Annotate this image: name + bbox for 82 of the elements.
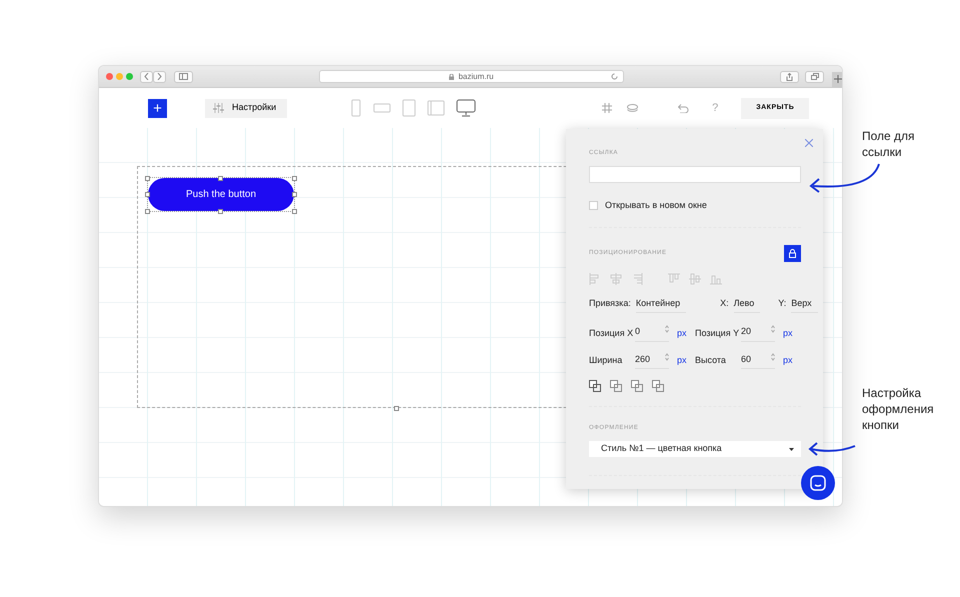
number-input-field[interactable]: 0 xyxy=(635,325,669,342)
resize-handle[interactable] xyxy=(218,209,223,214)
chat-button[interactable] xyxy=(801,466,835,500)
tabs-icon xyxy=(810,73,818,80)
lock-icon xyxy=(789,248,796,258)
number-input-field[interactable]: 260 xyxy=(635,352,669,369)
undo-icon[interactable] xyxy=(678,104,690,112)
caret-icon xyxy=(789,448,794,450)
plus-icon xyxy=(834,75,842,84)
field-label: Y: xyxy=(778,296,786,310)
send-to-back-icon[interactable] xyxy=(652,380,664,392)
anchor-value[interactable]: Верх xyxy=(791,296,818,313)
stepper-icon[interactable] xyxy=(665,352,669,360)
sidebar-button[interactable] xyxy=(174,70,193,82)
unit-label: px xyxy=(783,354,793,367)
url-text: bazium.ru xyxy=(458,70,494,82)
number-input-field[interactable]: 20 xyxy=(741,325,775,342)
checkbox-label: Открывать в новом окне xyxy=(605,199,707,212)
unit-label: px xyxy=(677,326,687,340)
phone-landscape-icon[interactable] xyxy=(373,102,392,114)
anchor-value[interactable]: Лево xyxy=(734,296,760,313)
resize-handle[interactable] xyxy=(292,176,297,181)
style-select[interactable]: Стиль №1 — цветная кнопка xyxy=(589,441,801,457)
chat-icon xyxy=(810,475,826,491)
reload-icon[interactable] xyxy=(611,73,618,80)
tablet-landscape-icon[interactable] xyxy=(427,100,446,116)
checkbox[interactable] xyxy=(589,201,598,210)
chevron-right-icon xyxy=(157,73,162,80)
resize-handle[interactable] xyxy=(292,192,297,197)
layers-icon[interactable] xyxy=(627,104,638,112)
unit-label: px xyxy=(783,326,793,340)
send-backward-icon[interactable] xyxy=(610,380,622,392)
tabs-button[interactable] xyxy=(805,70,824,82)
annotation-text: Настройка оформления кнопки xyxy=(862,385,934,433)
resize-handle[interactable] xyxy=(145,176,150,181)
unit-label: px xyxy=(677,354,687,367)
field-label: Привязка: xyxy=(589,296,631,310)
new-tab-button[interactable] xyxy=(832,72,842,88)
field-label: Ширина xyxy=(589,354,624,367)
link-input-field[interactable] xyxy=(589,166,801,183)
forward-button[interactable] xyxy=(153,70,166,82)
tablet-icon[interactable] xyxy=(402,99,416,117)
share-icon xyxy=(786,72,793,80)
back-button[interactable] xyxy=(140,70,153,82)
monitor-icon[interactable] xyxy=(456,99,476,117)
stepper-icon[interactable] xyxy=(665,325,669,333)
field-label: Позиция X xyxy=(589,326,634,340)
close-icon[interactable] xyxy=(805,139,813,147)
stepper-icon[interactable] xyxy=(771,325,775,333)
close-window-icon[interactable] xyxy=(106,73,113,80)
resize-handle[interactable] xyxy=(394,406,399,411)
share-button[interactable] xyxy=(780,70,799,82)
grid-icon[interactable] xyxy=(602,103,612,113)
number-input-field[interactable]: 60 xyxy=(741,352,775,369)
field-value: 260 xyxy=(635,352,650,366)
lock-button[interactable] xyxy=(784,244,801,262)
arrow xyxy=(809,164,880,193)
chevron-left-icon xyxy=(144,73,149,80)
maximize-window-icon[interactable] xyxy=(126,73,133,80)
resize-handle[interactable] xyxy=(292,209,297,214)
sliders-icon xyxy=(213,103,224,113)
field-value: 60 xyxy=(741,352,752,366)
anchor-value[interactable]: Контейнер xyxy=(636,296,686,313)
bring-forward-icon[interactable] xyxy=(589,380,601,392)
phone-icon[interactable] xyxy=(350,99,362,117)
annotation-text: Поле для ссылки xyxy=(862,128,915,160)
field-value: 20 xyxy=(741,325,752,338)
field-label: X: xyxy=(720,296,729,310)
settings-button[interactable]: Настройки xyxy=(205,98,288,118)
canvas-button[interactable]: Push the button xyxy=(148,178,294,211)
resize-handle[interactable] xyxy=(145,192,150,197)
bring-to-front-icon[interactable] xyxy=(631,380,643,392)
field-label: Позиция Y xyxy=(695,326,740,340)
lock-icon xyxy=(449,74,454,80)
add-button[interactable]: + xyxy=(148,98,167,118)
field-label: Высота xyxy=(695,354,727,367)
resize-handle[interactable] xyxy=(218,176,223,181)
stepper-icon[interactable] xyxy=(771,352,775,360)
address-bar[interactable]: bazium.ru xyxy=(319,70,624,83)
sidebar-icon xyxy=(179,73,188,80)
resize-handle[interactable] xyxy=(145,209,150,214)
field-value: 0 xyxy=(635,325,640,338)
